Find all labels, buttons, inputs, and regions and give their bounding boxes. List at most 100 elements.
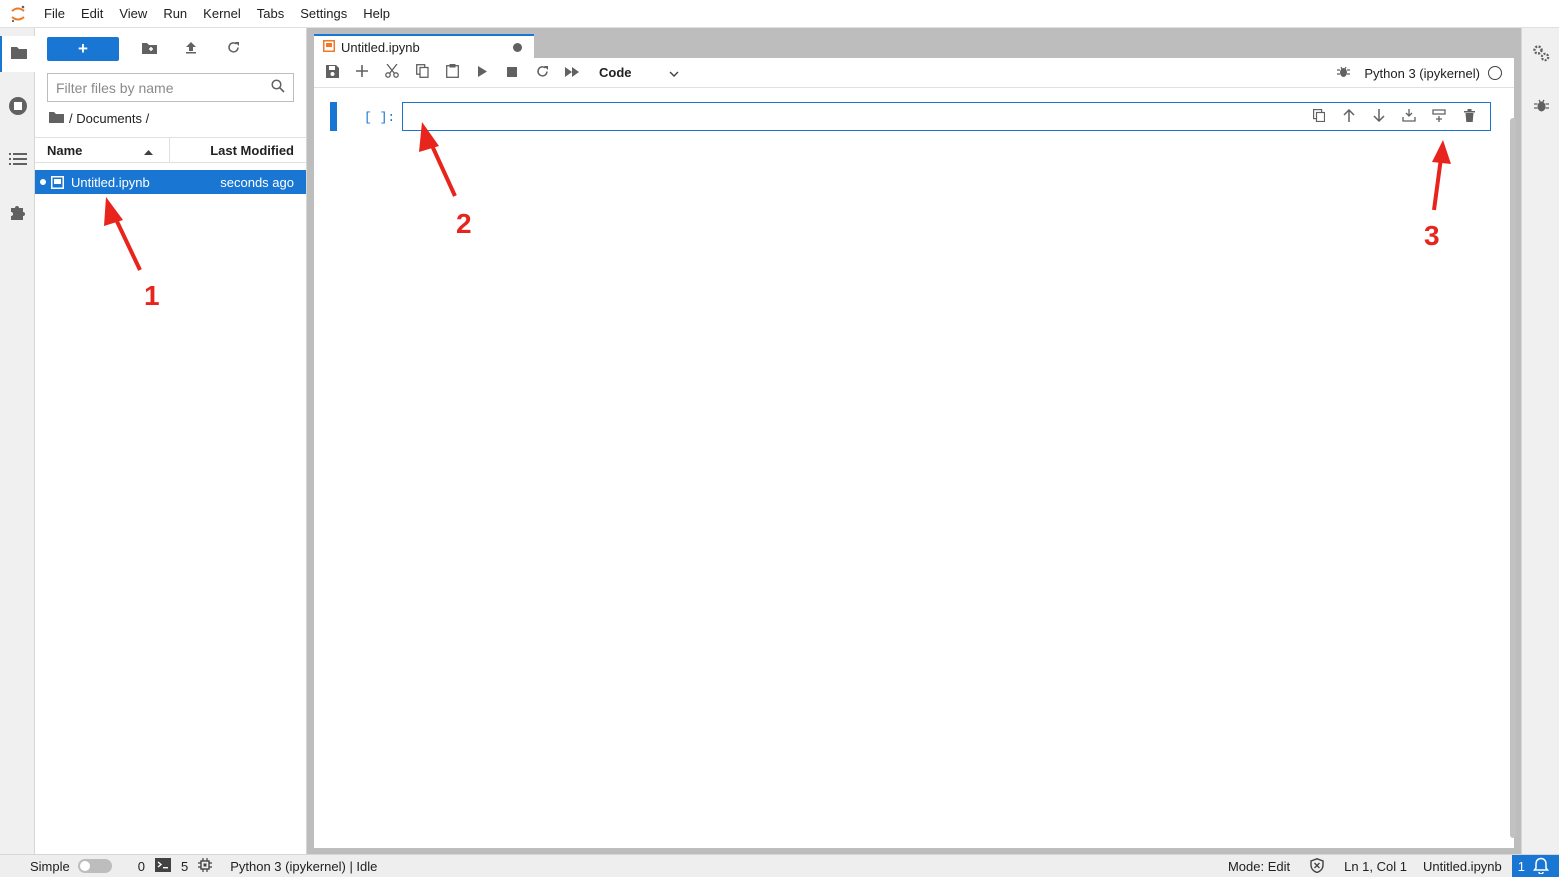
- code-cell-editor[interactable]: [402, 102, 1491, 131]
- restart-icon: [536, 65, 549, 81]
- sidebar-tab-extensions[interactable]: [0, 195, 35, 231]
- kernel-status-circle-icon: [1488, 66, 1502, 80]
- upload-icon: [185, 41, 197, 57]
- plus-icon: [356, 65, 368, 80]
- trusted-indicator[interactable]: [1310, 857, 1324, 876]
- menu-edit[interactable]: Edit: [73, 0, 111, 28]
- unsaved-indicator-icon[interactable]: [513, 43, 522, 52]
- editor-mode-text: Mode: Edit: [1227, 859, 1291, 874]
- chevron-down-icon: [669, 65, 679, 80]
- restart-run-all-button[interactable]: [557, 58, 587, 88]
- current-file-name: Untitled.ipynb: [1423, 859, 1502, 874]
- delete-cell-button[interactable]: [1454, 106, 1484, 128]
- main-dock-area: Untitled.ipynb Code Python 3 (ipykernel)…: [307, 28, 1521, 854]
- column-last-modified-label: Last Modified: [210, 142, 294, 158]
- document-tab-bar: Untitled.ipynb: [307, 28, 1521, 59]
- notebook-toolbar: Code Python 3 (ipykernel): [314, 58, 1514, 88]
- folder-icon: [10, 45, 28, 63]
- annotation-label-3: 3: [1424, 220, 1440, 251]
- paste-icon: [445, 64, 459, 81]
- upload-button[interactable]: [179, 37, 203, 61]
- file-list-item[interactable]: Untitled.ipynb seconds ago: [35, 170, 306, 194]
- annotation-label-2: 2: [456, 208, 472, 239]
- menu-bar: File Edit View Run Kernel Tabs Settings …: [0, 0, 1559, 28]
- jupyter-logo-icon: [0, 0, 36, 28]
- terminals-count[interactable]: 0: [137, 857, 171, 875]
- trash-icon: [1463, 109, 1475, 125]
- sidebar-tab-toc[interactable]: [0, 142, 35, 178]
- notifications-count: 1: [1517, 859, 1525, 874]
- notebook-scrollbar[interactable]: [1510, 118, 1516, 838]
- menu-file[interactable]: File: [36, 0, 73, 28]
- refresh-button[interactable]: [221, 37, 245, 61]
- cut-button[interactable]: [377, 58, 407, 88]
- kernel-status[interactable]: Python 3 (ipykernel) | Idle: [230, 859, 377, 874]
- kernel-chip-icon: [198, 857, 213, 875]
- sidebar-tab-running[interactable]: [0, 89, 35, 125]
- move-cell-down-button[interactable]: [1364, 106, 1394, 128]
- copy-button[interactable]: [407, 58, 437, 88]
- kernel-status-text: Python 3 (ipykernel) | Idle: [230, 858, 378, 874]
- notifications-button[interactable]: 1: [1511, 855, 1559, 877]
- status-bar: Simple 0 5 Python 3 (ipykernel) | Idle M…: [0, 854, 1559, 877]
- sort-ascending-icon: [144, 143, 153, 158]
- cell-type-select[interactable]: Code: [599, 62, 679, 84]
- toggle-switch[interactable]: [77, 859, 112, 873]
- save-button[interactable]: [317, 58, 347, 88]
- gears-icon: [1532, 44, 1550, 65]
- stop-icon: [507, 65, 517, 80]
- running-indicator-icon: [40, 179, 46, 185]
- cursor-position[interactable]: Ln 1, Col 1: [1344, 859, 1407, 874]
- menu-run[interactable]: Run: [155, 0, 195, 28]
- terminal-icon: [154, 857, 171, 875]
- copy-icon: [415, 64, 429, 81]
- notebook-tab-icon: [323, 40, 335, 55]
- breadcrumb-path[interactable]: / Documents /: [69, 111, 149, 126]
- simple-mode-toggle[interactable]: Simple: [30, 859, 112, 874]
- restart-kernel-button[interactable]: [527, 58, 557, 88]
- new-folder-button[interactable]: [137, 37, 161, 61]
- menu-help[interactable]: Help: [355, 0, 398, 28]
- kernels-count[interactable]: 5: [180, 857, 213, 875]
- paste-button[interactable]: [437, 58, 467, 88]
- menu-tabs[interactable]: Tabs: [249, 0, 292, 28]
- menu-view[interactable]: View: [111, 0, 155, 28]
- simple-mode-label: Simple: [30, 858, 70, 874]
- insert-cell-above-button[interactable]: [1394, 106, 1424, 128]
- arrow-up-icon: [1343, 108, 1355, 125]
- active-cell-indicator[interactable]: [330, 102, 337, 131]
- current-file-name-text: Untitled.ipynb: [1422, 859, 1502, 874]
- sidebar-tab-debugger[interactable]: [1522, 89, 1559, 125]
- column-header-name[interactable]: Name: [35, 138, 170, 162]
- duplicate-cell-button[interactable]: [1304, 106, 1334, 128]
- cut-icon: [385, 63, 399, 81]
- menu-settings[interactable]: Settings: [292, 0, 355, 28]
- kernels-count-value: 5: [180, 858, 189, 874]
- filter-files-input[interactable]: [56, 79, 271, 96]
- run-cell-button[interactable]: [467, 58, 497, 88]
- left-sidebar: [0, 28, 35, 854]
- terminals-count-value: 0: [137, 858, 145, 874]
- breadcrumb-home-folder-icon[interactable]: [49, 111, 64, 126]
- debugger-icon[interactable]: [1337, 65, 1351, 81]
- cell-type-value: Code: [599, 65, 632, 80]
- insert-cell-button[interactable]: [347, 58, 377, 88]
- menu-kernel[interactable]: Kernel: [195, 0, 249, 28]
- filter-files-field[interactable]: [47, 73, 294, 102]
- insert-cell-below-button[interactable]: [1424, 106, 1454, 128]
- tab-title: Untitled.ipynb: [341, 40, 420, 55]
- status-bar-right: Mode: Edit Ln 1, Col 1 Untitled.ipynb 1: [1228, 855, 1559, 877]
- new-launcher-button[interactable]: +: [47, 37, 119, 61]
- file-browser-toolbar: +: [47, 37, 245, 61]
- tab-untitled-notebook[interactable]: Untitled.ipynb: [314, 34, 534, 59]
- interrupt-kernel-button[interactable]: [497, 58, 527, 88]
- right-sidebar: [1521, 28, 1559, 854]
- sidebar-tab-filebrowser[interactable]: [0, 36, 35, 72]
- save-icon: [325, 64, 339, 81]
- toc-icon: [8, 152, 27, 169]
- column-header-last-modified[interactable]: Last Modified: [170, 138, 306, 162]
- move-cell-up-button[interactable]: [1334, 106, 1364, 128]
- kernel-name[interactable]: Python 3 (ipykernel): [1364, 66, 1480, 81]
- notebook-file-icon: [51, 175, 64, 189]
- sidebar-tab-property-inspector[interactable]: [1522, 36, 1559, 72]
